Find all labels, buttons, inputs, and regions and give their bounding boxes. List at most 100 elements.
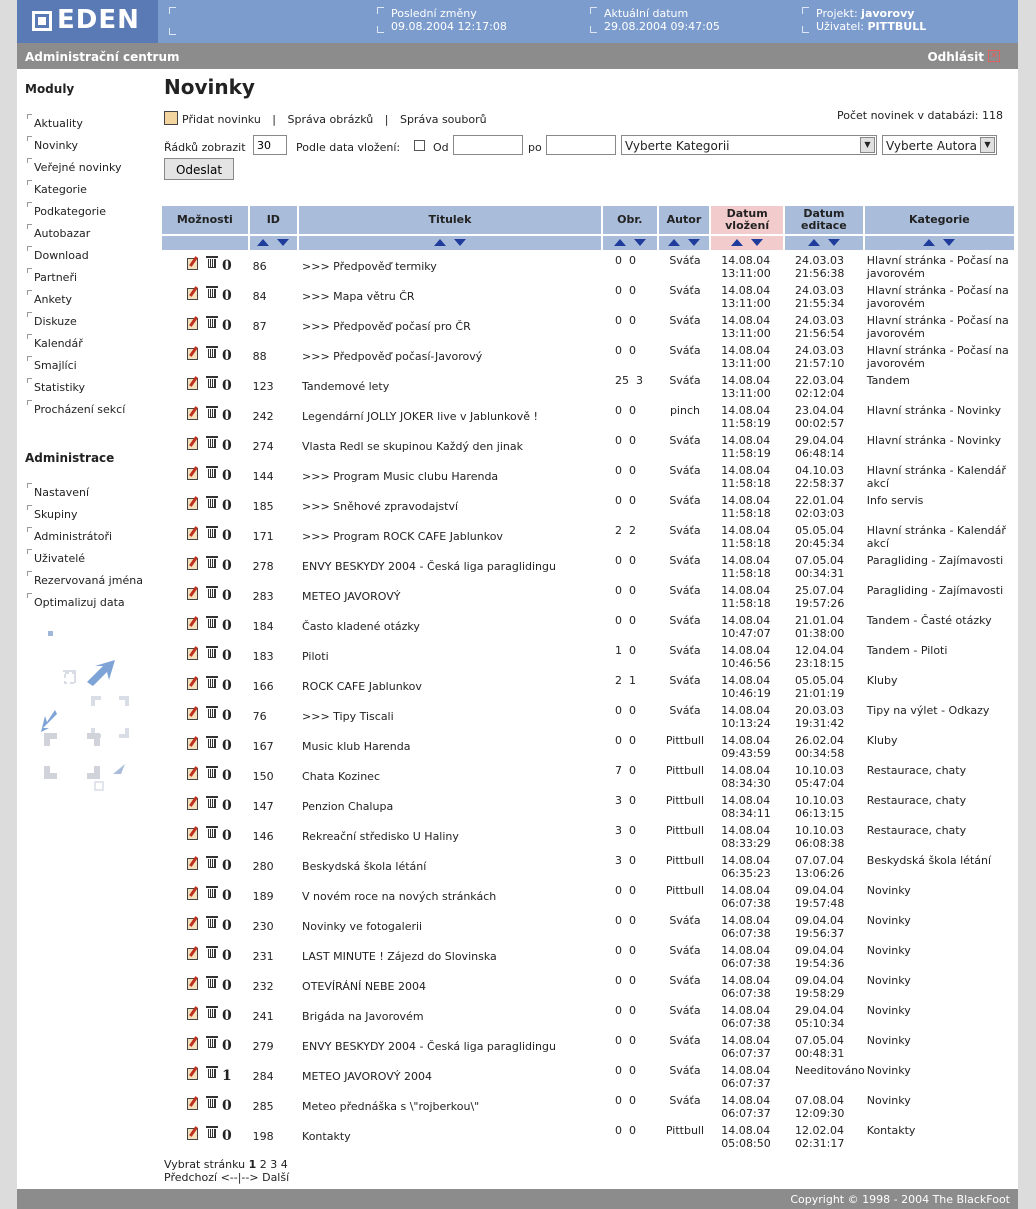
manage-files-link[interactable]: Správa souborů (400, 113, 487, 126)
edit-icon[interactable] (186, 586, 200, 600)
trash-icon[interactable] (206, 1005, 218, 1018)
category-select[interactable]: Vyberte Kategorii ▼ (621, 135, 877, 155)
sidebar-item-novinky[interactable]: Novinky (27, 136, 78, 152)
title-link[interactable]: >>> Program Music clubu Harenda (302, 470, 498, 483)
edit-icon[interactable] (186, 556, 200, 570)
edit-icon[interactable] (186, 1006, 200, 1020)
sort-desc-icon[interactable] (827, 239, 840, 246)
trash-icon[interactable] (206, 765, 218, 778)
edit-icon[interactable] (186, 1036, 200, 1050)
title-link[interactable]: Novinky ve fotogalerii (302, 920, 422, 933)
title-link[interactable]: >>> Předpověď počasí pro ČR (302, 320, 471, 333)
edit-icon[interactable] (186, 916, 200, 930)
edit-icon[interactable] (186, 346, 200, 360)
sort-asc-icon[interactable] (667, 239, 680, 246)
trash-icon[interactable] (206, 855, 218, 868)
chevron-down-icon[interactable]: ▼ (980, 137, 995, 153)
sort-asc-icon[interactable] (257, 239, 270, 246)
title-link[interactable]: Vlasta Redl se skupinou Každý den jinak (302, 440, 523, 453)
submit-button[interactable]: Odeslat (164, 158, 234, 180)
edit-icon[interactable] (186, 1096, 200, 1110)
edit-icon[interactable] (186, 1126, 200, 1140)
title-link[interactable]: Kontakty (302, 1130, 351, 1143)
edit-icon[interactable] (186, 316, 200, 330)
sidebar-item-kalendar[interactable]: Kalendář (27, 334, 83, 350)
sidebar-item-prochazeni-sekci[interactable]: Procházení sekcí (26, 400, 125, 416)
title-link[interactable]: Legendární JOLLY JOKER live v Jablunkově… (302, 410, 538, 423)
edit-icon[interactable] (186, 886, 200, 900)
trash-icon[interactable] (206, 1065, 218, 1078)
trash-icon[interactable] (206, 915, 218, 928)
title-link[interactable]: >>> Sněhové zpravodajství (302, 500, 458, 513)
sort-desc-icon[interactable] (454, 239, 466, 246)
title-link[interactable]: >>> Program ROCK CAFE Jablunkov (302, 530, 503, 543)
trash-icon[interactable] (206, 1095, 218, 1108)
trash-icon[interactable] (206, 705, 218, 718)
trash-icon[interactable] (206, 795, 218, 808)
edit-icon[interactable] (186, 796, 200, 810)
sort-asc-icon[interactable] (923, 239, 936, 246)
title-link[interactable]: OTEVÍRÁNÍ NEBE 2004 (302, 980, 426, 993)
trash-icon[interactable] (206, 375, 218, 388)
add-news-link[interactable]: Přidat novinku (182, 113, 261, 126)
title-link[interactable]: Chata Kozinec (302, 770, 380, 783)
sort-desc-icon[interactable] (277, 239, 290, 246)
trash-icon[interactable] (206, 405, 218, 418)
sidebar-item-nastaveni[interactable]: Nastavení (26, 483, 89, 499)
title-link[interactable]: >>> Předpověď počasí-Javorový (302, 350, 482, 363)
trash-icon[interactable] (206, 825, 218, 838)
trash-icon[interactable] (206, 1125, 218, 1138)
sidebar-item-podkategorie[interactable]: Podkategorie (26, 202, 106, 218)
edit-icon[interactable] (186, 736, 200, 750)
trash-icon[interactable] (206, 585, 218, 598)
trash-icon[interactable] (206, 1035, 218, 1048)
edit-icon[interactable] (186, 766, 200, 780)
trash-icon[interactable] (206, 945, 218, 958)
title-link[interactable]: Beskydská škola létání (302, 860, 426, 873)
sort-asc-icon[interactable] (731, 239, 744, 246)
logout-icon[interactable]: ✕ (988, 50, 1000, 62)
date-from-input[interactable] (453, 135, 523, 155)
edit-icon[interactable] (186, 676, 200, 690)
title-link[interactable]: >>> Tipy Tiscali (302, 710, 394, 723)
sidebar-item-uzivatele[interactable]: Uživatelé (26, 549, 85, 565)
edit-icon[interactable] (186, 436, 200, 450)
edit-icon[interactable] (186, 526, 200, 540)
sidebar-item-kategorie[interactable]: Kategorie (27, 180, 87, 196)
sort-asc-icon[interactable] (613, 239, 626, 246)
title-link[interactable]: ENVY BESKYDY 2004 - Česká liga paraglidi… (302, 560, 556, 573)
title-link[interactable]: V novém roce na nových stránkách (302, 890, 496, 903)
trash-icon[interactable] (206, 255, 218, 268)
sidebar-item-partneri[interactable]: Partneři (26, 268, 77, 284)
title-link[interactable]: Music klub Harenda (302, 740, 410, 753)
trash-icon[interactable] (206, 465, 218, 478)
title-link[interactable]: ROCK CAFE Jablunkov (302, 680, 422, 693)
pager-page-link[interactable]: 2 (260, 1158, 267, 1171)
trash-icon[interactable] (206, 285, 218, 298)
trash-icon[interactable] (206, 315, 218, 328)
sidebar-item-autobazar[interactable]: Autobazar (26, 224, 90, 240)
edit-icon[interactable] (186, 706, 200, 720)
pager-page-link[interactable]: 3 (270, 1158, 277, 1171)
edit-icon[interactable] (186, 646, 200, 660)
pager-prev-link[interactable]: Předchozí (164, 1171, 217, 1184)
title-link[interactable]: Piloti (302, 650, 329, 663)
edit-icon[interactable] (186, 286, 200, 300)
rows-input[interactable] (253, 135, 287, 155)
sidebar-item-optimalizuj-data[interactable]: Optimalizuj data (27, 593, 125, 609)
title-link[interactable]: Brigáda na Javorovém (302, 1010, 424, 1023)
trash-icon[interactable] (206, 615, 218, 628)
edit-icon[interactable] (186, 616, 200, 630)
trash-icon[interactable] (206, 735, 218, 748)
sort-desc-icon[interactable] (751, 239, 764, 246)
trash-icon[interactable] (206, 525, 218, 538)
edit-icon[interactable] (186, 466, 200, 480)
title-link[interactable]: Meteo přednáška s \"rojberkou\" (302, 1100, 479, 1113)
edit-icon[interactable] (186, 406, 200, 420)
trash-icon[interactable] (206, 345, 218, 358)
trash-icon[interactable] (206, 495, 218, 508)
edit-icon[interactable] (186, 856, 200, 870)
chevron-down-icon[interactable]: ▼ (860, 137, 875, 153)
trash-icon[interactable] (206, 885, 218, 898)
title-link[interactable]: >>> Mapa větru ČR (302, 290, 415, 303)
